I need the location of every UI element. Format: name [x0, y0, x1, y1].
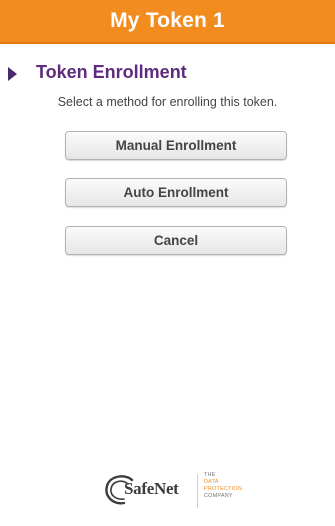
title-bar-divider: [0, 42, 335, 44]
tagline-line: PROTECTION: [204, 486, 243, 492]
app-title-bar: My Token 1: [0, 0, 335, 42]
auto-enrollment-button[interactable]: Auto Enrollment: [65, 178, 287, 207]
tagline-line: DATA: [204, 479, 219, 485]
section-title: Token Enrollment: [36, 62, 187, 82]
logo-wordmark: SafeNet: [124, 479, 179, 498]
logo-divider: [197, 474, 198, 508]
cancel-button[interactable]: Cancel: [65, 226, 287, 255]
tagline-line: THE: [204, 472, 216, 478]
tagline-line: COMPANY: [204, 493, 233, 499]
safenet-logo: SafeNet THE DATA PROTECTION COMPANY: [102, 470, 252, 512]
enrollment-instruction: Select a method for enrolling this token…: [57, 95, 278, 109]
logo-tagline: THE DATA PROTECTION COMPANY: [204, 472, 242, 500]
page-title: My Token 1: [110, 9, 225, 32]
manual-enrollment-button[interactable]: Manual Enrollment: [65, 131, 287, 160]
section-marker-icon: [8, 67, 17, 81]
